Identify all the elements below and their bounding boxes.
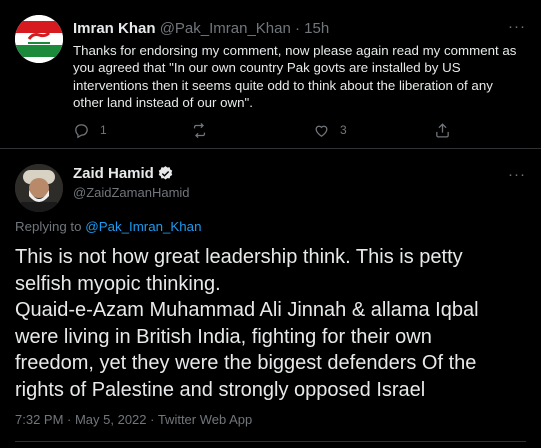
tweet-header: Imran Khan @Pak_Imran_Khan · 15h: [73, 20, 329, 37]
avatar-imran-khan[interactable]: [15, 15, 63, 63]
tweet-line: Thanks for endorsing my comment, now ple…: [73, 43, 517, 58]
tweet-line: were living in British India, fighting f…: [15, 325, 432, 348]
profile-photo-icon: [15, 164, 63, 212]
author-name[interactable]: Imran Khan: [73, 20, 156, 37]
separator-dot: ·: [295, 20, 300, 37]
author-handle[interactable]: @Pak_Imran_Khan: [160, 20, 291, 37]
tweet-meta-timestamp[interactable]: 7:32 PM · May 5, 2022 · Twitter Web App: [15, 412, 252, 427]
tweet-line: This is not how great leadership think. …: [15, 246, 463, 268]
divider: [15, 441, 526, 442]
more-options-icon[interactable]: ···: [508, 166, 528, 183]
party-flag-avatar-icon: [15, 15, 63, 63]
replying-prefix: Replying to: [15, 219, 86, 234]
tweet-text: This is not how great leadership think. …: [15, 244, 530, 403]
reply-button[interactable]: 1: [73, 120, 107, 140]
retweet-button[interactable]: [191, 120, 218, 140]
tweet-line: you agreed that "In our own country Pak …: [73, 60, 461, 76]
avatar-zaid-hamid[interactable]: [15, 164, 63, 212]
tweet-time[interactable]: 15h: [304, 20, 329, 37]
tweet-line: Quaid-e-Azam Muhammad Ali Jinnah & allam…: [15, 299, 479, 321]
tweet-text: Thanks for endorsing my comment, now ple…: [73, 42, 528, 111]
more-options-icon[interactable]: ···: [508, 18, 528, 35]
replying-handle-link[interactable]: @Pak_Imran_Khan: [85, 219, 201, 234]
verified-badge-icon: [158, 166, 173, 180]
tweet-line: freedom, yet they were the biggest defen…: [15, 352, 477, 374]
tweet-line: selfish myopic thinking.: [15, 272, 221, 295]
like-button[interactable]: 3: [313, 120, 347, 140]
share-button[interactable]: [434, 120, 451, 140]
tweet-line: other land instead of our own".: [73, 94, 253, 110]
tweet-actions: 1 3: [73, 120, 453, 140]
share-icon: [436, 122, 449, 138]
like-count: 3: [340, 123, 347, 137]
tweet-line: interventions then it seems quite odd to…: [73, 77, 493, 93]
author-name-row: Zaid Hamid: [73, 165, 174, 182]
heart-icon: [315, 125, 328, 137]
tweet-imran-khan[interactable]: Imran Khan @Pak_Imran_Khan · 15h ··· Tha…: [0, 0, 541, 149]
reply-icon: [75, 123, 88, 138]
replying-to: Replying to @Pak_Imran_Khan: [15, 219, 201, 234]
author-handle[interactable]: @ZaidZamanHamid: [73, 185, 190, 200]
reply-count: 1: [100, 123, 107, 137]
tweet-line: rights of Palestine and strongly opposed…: [15, 378, 426, 401]
author-name[interactable]: Zaid Hamid: [73, 165, 154, 182]
retweet-icon: [193, 122, 206, 138]
